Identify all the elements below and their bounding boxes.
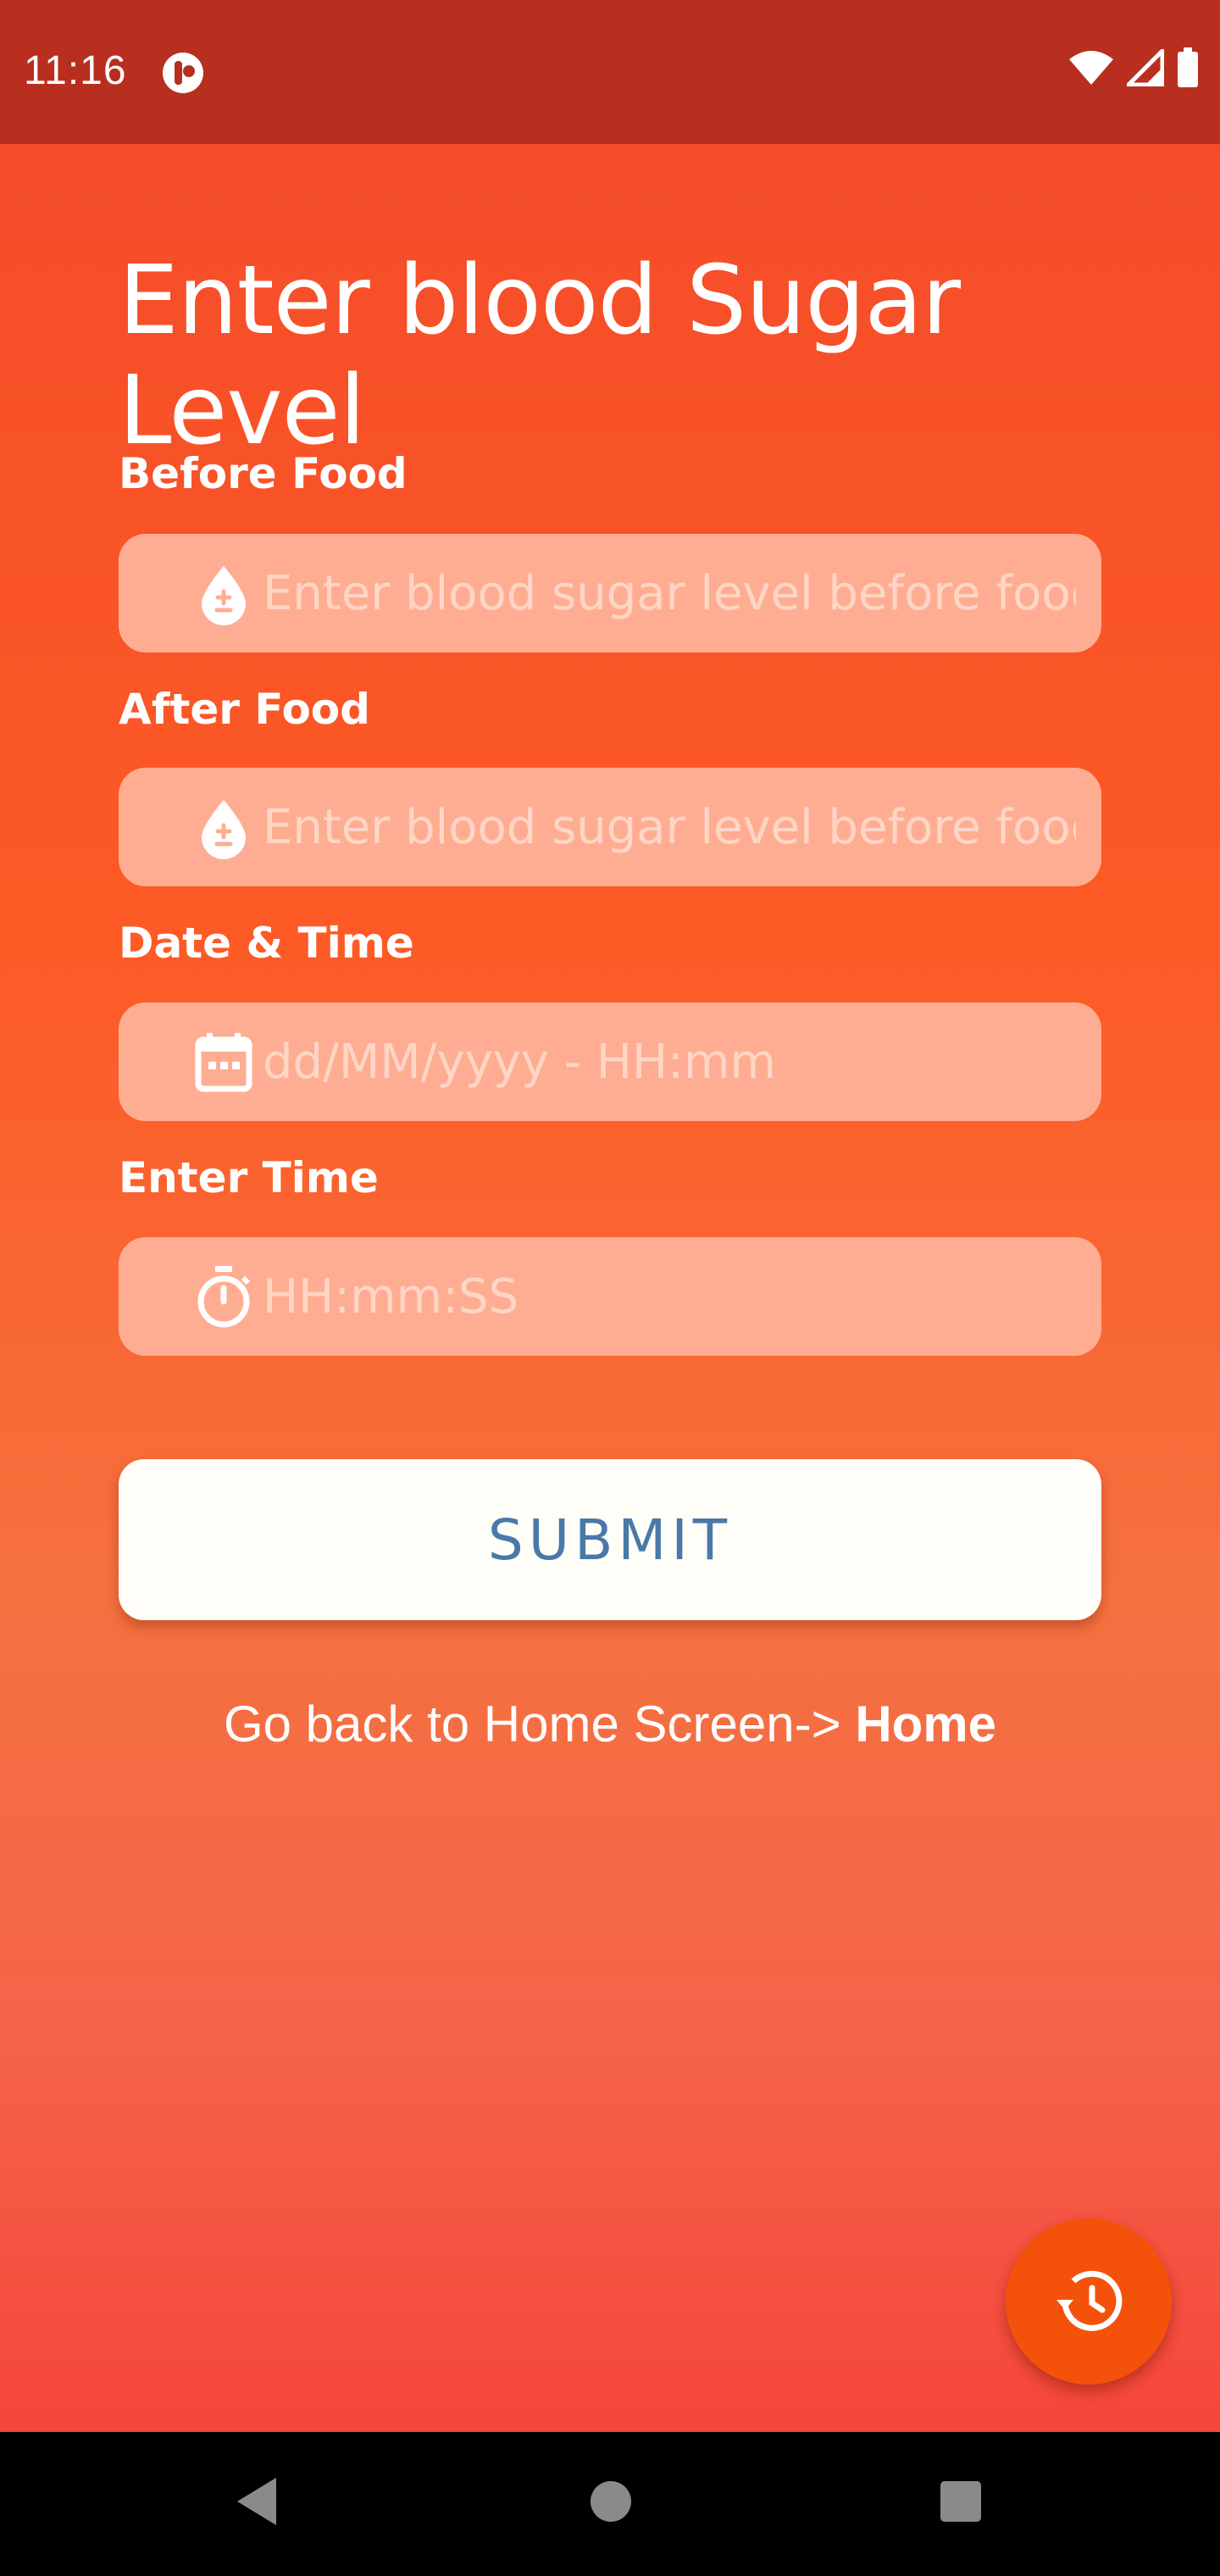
- date-time-label: Date & Time: [119, 919, 414, 968]
- date-time-field[interactable]: [119, 1002, 1101, 1121]
- before-food-input[interactable]: [263, 534, 1076, 652]
- navigation-bar: [0, 2432, 1220, 2576]
- home-icon[interactable]: [587, 2468, 635, 2535]
- go-back-text: Go back to Home Screen-> Home: [0, 1695, 1220, 1753]
- date-time-input[interactable]: [263, 1002, 1076, 1121]
- history-fab-button[interactable]: [1006, 2218, 1172, 2384]
- after-food-label: After Food: [119, 685, 370, 734]
- stopwatch-icon: [197, 1266, 251, 1328]
- back-icon[interactable]: [232, 2468, 280, 2535]
- enter-time-field[interactable]: [119, 1237, 1101, 1356]
- before-food-label: Before Food: [119, 449, 408, 498]
- submit-button[interactable]: SUBMIT: [119, 1459, 1101, 1620]
- screen: 11:16 Enter blood Sugar Level Before Foo…: [0, 0, 1220, 2576]
- before-food-field[interactable]: [119, 534, 1101, 652]
- enter-time-label: Enter Time: [119, 1153, 379, 1202]
- status-bar: 11:16: [0, 0, 1220, 144]
- history-icon: [1056, 2270, 1123, 2331]
- go-back-label: Go back to Home Screen->: [223, 1696, 856, 1752]
- blood-drop-icon: [202, 800, 246, 859]
- page-title: Enter blood Sugar Level: [119, 246, 961, 466]
- status-time: 11:16: [24, 48, 127, 93]
- enter-time-input[interactable]: [263, 1237, 1076, 1356]
- blood-drop-icon: [202, 566, 246, 625]
- battery-icon: [1178, 47, 1198, 87]
- wifi-icon: [1069, 51, 1113, 85]
- after-food-field[interactable]: [119, 768, 1101, 886]
- system-icons: [1068, 47, 1200, 88]
- notification-app-icon: [163, 53, 203, 93]
- home-link[interactable]: Home: [855, 1696, 996, 1752]
- recents-icon[interactable]: [937, 2468, 984, 2535]
- signal-icon: [1127, 49, 1164, 86]
- calendar-icon: [195, 1033, 252, 1092]
- after-food-input[interactable]: [263, 768, 1076, 886]
